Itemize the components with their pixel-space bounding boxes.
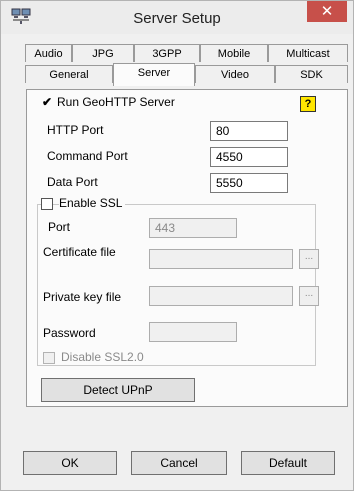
window-title: Server Setup xyxy=(133,10,221,27)
tab-mobile[interactable]: Mobile xyxy=(200,44,268,62)
tab-sdk[interactable]: SDK xyxy=(275,65,348,83)
tab-multicast[interactable]: Multicast xyxy=(268,44,348,62)
run-geohttp-label: Run GeoHTTP Server xyxy=(57,95,175,109)
default-button[interactable]: Default xyxy=(241,451,335,475)
server-setup-window: Server Setup ✕ Audio JPG 3GPP Mobile Mul… xyxy=(0,0,354,491)
detect-upnp-button[interactable]: Detect UPnP xyxy=(41,378,195,402)
disable-ssl2-label: Disable SSL2.0 xyxy=(61,350,144,364)
title-bar[interactable]: Server Setup ✕ xyxy=(1,1,353,34)
tab-video[interactable]: Video xyxy=(195,65,275,83)
http-port-label: HTTP Port xyxy=(47,123,104,137)
run-geohttp-checkbox[interactable]: ✔ xyxy=(41,96,53,110)
help-icon[interactable]: ? xyxy=(300,96,316,112)
close-button[interactable]: ✕ xyxy=(307,1,347,22)
private-key-file-label: Private key file xyxy=(43,290,122,304)
enable-ssl-checkbox[interactable] xyxy=(41,198,53,210)
tab-server[interactable]: Server xyxy=(113,63,195,86)
ok-button[interactable]: OK xyxy=(23,451,117,475)
close-icon: ✕ xyxy=(320,3,334,20)
password-input[interactable] xyxy=(149,322,237,342)
private-key-file-input[interactable] xyxy=(149,286,293,306)
cancel-button[interactable]: Cancel xyxy=(131,451,227,475)
tab-strip: Audio JPG 3GPP Mobile Multicast General … xyxy=(25,44,348,91)
tab-general[interactable]: General xyxy=(25,65,113,83)
enable-ssl-label: Enable SSL xyxy=(59,196,126,210)
certificate-file-input[interactable] xyxy=(149,249,293,269)
certificate-browse-button[interactable]: ... xyxy=(299,249,319,269)
command-port-label: Command Port xyxy=(47,149,128,163)
ssl-port-input[interactable]: 443 xyxy=(149,218,237,238)
tab-audio[interactable]: Audio xyxy=(25,44,72,62)
private-key-browse-button[interactable]: ... xyxy=(299,286,319,306)
http-port-input[interactable]: 80 xyxy=(210,121,288,141)
data-port-input[interactable]: 5550 xyxy=(210,173,288,193)
server-tab-panel: ✔ Run GeoHTTP Server ? HTTP Port 80 Comm… xyxy=(26,89,348,407)
password-label: Password xyxy=(43,326,96,340)
tab-3gpp[interactable]: 3GPP xyxy=(134,44,200,62)
certificate-file-label: Certificate file xyxy=(43,245,116,259)
disable-ssl2-checkbox[interactable] xyxy=(43,352,55,364)
command-port-input[interactable]: 4550 xyxy=(210,147,288,167)
ssl-port-label: Port xyxy=(48,220,71,234)
data-port-label: Data Port xyxy=(47,175,98,189)
tab-jpg[interactable]: JPG xyxy=(72,44,134,62)
